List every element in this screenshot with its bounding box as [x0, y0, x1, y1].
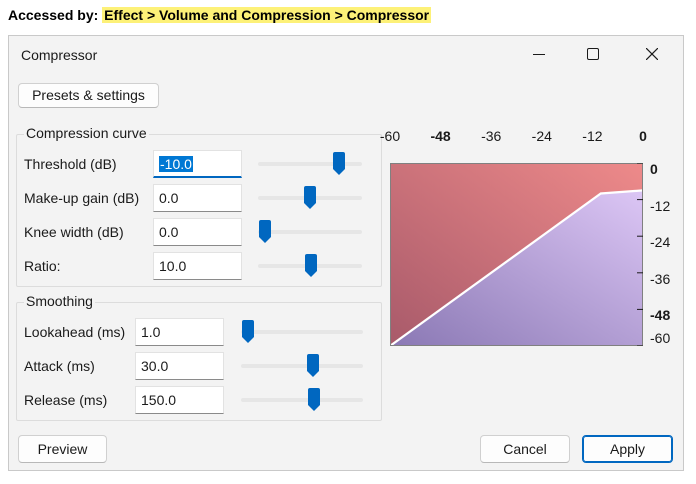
lookahead-field[interactable]: 1.0: [135, 318, 224, 346]
compression-curve-legend: Compression curve: [24, 125, 149, 141]
right-axis-tick-label: -24: [650, 234, 671, 251]
caption: Accessed by: Effect > Volume and Compres…: [8, 6, 432, 24]
threshold-label: Threshold (dB): [24, 156, 117, 172]
attack-slider[interactable]: [241, 354, 363, 378]
title-bar: Compressor: [9, 36, 683, 73]
cancel-button[interactable]: Cancel: [480, 435, 570, 463]
right-axis-tick-label: 0: [650, 161, 658, 177]
top-axis-tick-label: -60: [379, 128, 401, 144]
top-axis-tick-label: -24: [531, 128, 552, 144]
ratio-label: Ratio:: [24, 258, 61, 274]
release-label: Release (ms): [24, 392, 108, 408]
release-field[interactable]: 150.0: [135, 386, 224, 414]
right-axis-tick-label: -36: [650, 270, 671, 287]
makeup-gain-slider[interactable]: [258, 186, 362, 210]
makeup-gain-field[interactable]: 0.0: [153, 184, 242, 212]
right-axis-tick-label: -48: [650, 307, 671, 324]
caption-menu-path: Effect > Volume and Compression > Compre…: [102, 7, 432, 23]
maximize-icon: [587, 48, 599, 60]
knee-width-slider[interactable]: [258, 220, 362, 244]
right-axis-tick-label: -12: [650, 197, 671, 214]
minimize-button[interactable]: [516, 36, 562, 73]
attack-label: Attack (ms): [24, 358, 95, 374]
presets-settings-button[interactable]: Presets & settings: [18, 83, 159, 108]
top-axis-tick-label: -36: [481, 128, 502, 144]
slider-thumb-icon[interactable]: [307, 388, 321, 412]
attack-field[interactable]: 30.0: [135, 352, 224, 380]
top-axis-tick-label: -48: [430, 128, 451, 144]
release-slider[interactable]: [241, 388, 363, 412]
apply-button[interactable]: Apply: [582, 435, 673, 463]
close-icon: [646, 48, 658, 60]
maximize-button[interactable]: [570, 36, 616, 73]
caption-prefix: Accessed by:: [8, 7, 99, 23]
slider-thumb-icon[interactable]: [304, 254, 318, 278]
right-axis-tick-label: -60: [650, 330, 671, 346]
compression-graph: [390, 163, 643, 346]
ratio-field[interactable]: 10.0: [153, 252, 242, 280]
window-title: Compressor: [21, 47, 98, 63]
threshold-slider[interactable]: [258, 152, 362, 176]
close-button[interactable]: [629, 36, 675, 73]
top-axis-tick-label: -12: [582, 128, 603, 144]
top-axis-tick-label: 0: [639, 128, 647, 144]
makeup-gain-label: Make-up gain (dB): [24, 190, 140, 206]
knee-width-field[interactable]: 0.0: [153, 218, 242, 246]
knee-width-label: Knee width (dB): [24, 224, 124, 240]
lookahead-label: Lookahead (ms): [24, 324, 126, 340]
lookahead-slider[interactable]: [241, 320, 363, 344]
slider-thumb-icon[interactable]: [332, 152, 346, 176]
slider-thumb-icon[interactable]: [303, 186, 317, 210]
smoothing-legend: Smoothing: [24, 293, 95, 309]
slider-thumb-icon[interactable]: [258, 220, 272, 244]
threshold-field[interactable]: -10.0: [153, 150, 242, 178]
ratio-slider[interactable]: [258, 254, 362, 278]
slider-thumb-icon[interactable]: [306, 354, 320, 378]
minimize-icon: [533, 54, 545, 55]
preview-button[interactable]: Preview: [18, 435, 107, 463]
slider-thumb-icon[interactable]: [241, 320, 255, 344]
